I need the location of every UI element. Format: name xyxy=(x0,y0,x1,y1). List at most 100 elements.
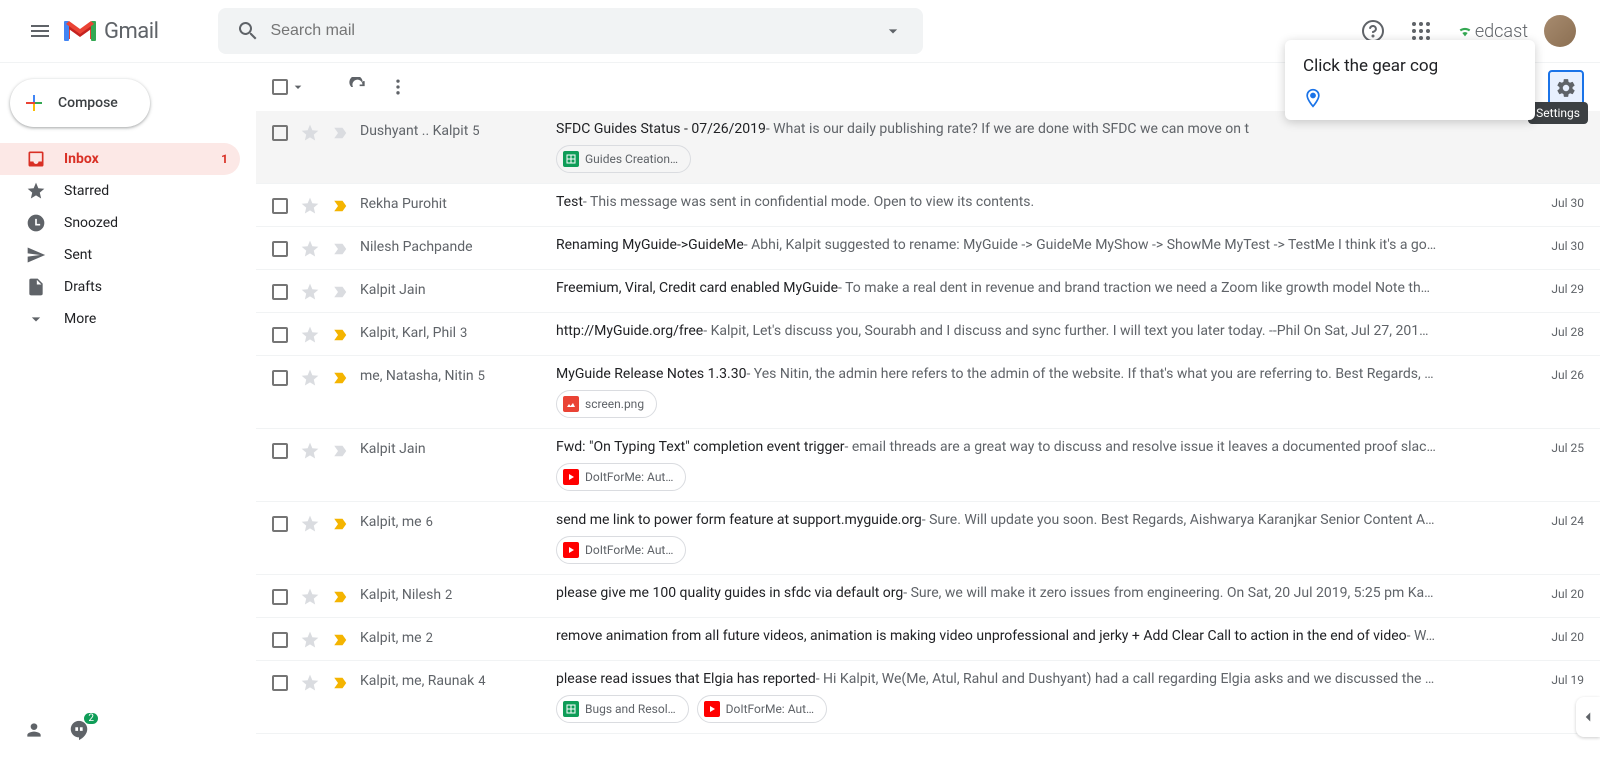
subject-line: Test - This message was sent in confiden… xyxy=(556,194,1524,210)
search-options-button[interactable] xyxy=(871,9,915,53)
nav-inbox[interactable]: Inbox 1 xyxy=(0,143,240,175)
row-checkbox[interactable] xyxy=(272,198,288,214)
email-row[interactable]: me, Natasha, Nitin5MyGuide Release Notes… xyxy=(256,356,1600,429)
nav-label: Inbox xyxy=(64,151,221,167)
compose-button[interactable]: Compose xyxy=(10,79,150,127)
attachment-chip[interactable]: Guides Creation… xyxy=(556,145,691,173)
subject-line: SFDC Guides Status - 07/26/2019 - What i… xyxy=(556,121,1524,137)
important-icon[interactable] xyxy=(332,240,350,258)
wifi-icon xyxy=(1457,23,1473,39)
important-icon[interactable] xyxy=(332,369,350,387)
person-icon[interactable] xyxy=(24,720,44,740)
search-input[interactable] xyxy=(270,22,871,40)
attachment-chip[interactable]: DoItForMe: Aut… xyxy=(556,463,686,491)
side-panel-toggle[interactable] xyxy=(1576,697,1600,737)
star-icon[interactable] xyxy=(300,123,320,143)
compose-label: Compose xyxy=(58,95,118,111)
email-row[interactable]: Dushyant .. Kalpit5SFDC Guides Status - … xyxy=(256,111,1600,184)
row-checkbox[interactable] xyxy=(272,516,288,532)
row-checkbox[interactable] xyxy=(272,589,288,605)
search-button[interactable] xyxy=(226,9,270,53)
email-row[interactable]: Kalpit, me, Raunak4please read issues th… xyxy=(256,661,1600,734)
clock-icon xyxy=(26,213,46,233)
email-row[interactable]: Kalpit, me6send me link to power form fe… xyxy=(256,502,1600,575)
youtube-icon xyxy=(563,469,579,485)
email-row[interactable]: Kalpit, me2remove animation from all fut… xyxy=(256,618,1600,661)
email-date: Jul 20 xyxy=(1551,630,1584,644)
content: Dushyant .. Kalpit5SFDC Guides Status - … xyxy=(256,63,1600,757)
row-checkbox[interactable] xyxy=(272,241,288,257)
main-menu-button[interactable] xyxy=(16,7,64,55)
star-icon[interactable] xyxy=(300,587,320,607)
subject-line: MyGuide Release Notes 1.3.30 - Yes Nitin… xyxy=(556,366,1524,382)
more-button[interactable] xyxy=(378,67,418,107)
nav-starred[interactable]: Starred xyxy=(0,175,240,207)
star-icon[interactable] xyxy=(300,630,320,650)
star-icon[interactable] xyxy=(300,673,320,693)
nav-label: Starred xyxy=(64,183,228,199)
important-icon[interactable] xyxy=(332,326,350,344)
nav-label: Sent xyxy=(64,247,228,263)
attachment-label: DoItForMe: Aut… xyxy=(726,702,814,716)
important-icon[interactable] xyxy=(332,283,350,301)
email-row[interactable]: Nilesh PachpandeRenaming MyGuide->GuideM… xyxy=(256,227,1600,270)
row-checkbox[interactable] xyxy=(272,632,288,648)
email-row[interactable]: Kalpit JainFwd: "On Typing Text" complet… xyxy=(256,429,1600,502)
hamburger-icon xyxy=(28,19,52,43)
important-icon[interactable] xyxy=(332,674,350,692)
row-checkbox[interactable] xyxy=(272,443,288,459)
email-date: Jul 25 xyxy=(1551,441,1584,455)
row-checkbox[interactable] xyxy=(272,675,288,691)
refresh-button[interactable] xyxy=(338,67,378,107)
email-row[interactable]: Rekha PurohitTest - This message was sen… xyxy=(256,184,1600,227)
important-icon[interactable] xyxy=(332,588,350,606)
row-checkbox[interactable] xyxy=(272,370,288,386)
star-icon[interactable] xyxy=(300,239,320,259)
row-checkbox[interactable] xyxy=(272,284,288,300)
email-list[interactable]: Dushyant .. Kalpit5SFDC Guides Status - … xyxy=(256,111,1600,757)
attachment-chip[interactable]: DoItForMe: Aut… xyxy=(556,536,686,564)
important-icon[interactable] xyxy=(332,515,350,533)
nav-drafts[interactable]: Drafts xyxy=(0,271,240,303)
star-icon[interactable] xyxy=(300,368,320,388)
email-row[interactable]: Kalpit, Nilesh2please give me 100 qualit… xyxy=(256,575,1600,618)
sheets-icon xyxy=(563,701,579,717)
email-row[interactable]: Kalpit, Karl, Phil3http://MyGuide.org/fr… xyxy=(256,313,1600,356)
star-icon[interactable] xyxy=(300,196,320,216)
sender: Kalpit, Nilesh2 xyxy=(360,585,556,603)
nav-more[interactable]: More xyxy=(0,303,240,335)
sender: Kalpit, Karl, Phil3 xyxy=(360,323,556,341)
plus-icon xyxy=(22,91,46,115)
more-vert-icon xyxy=(388,77,408,97)
youtube-icon xyxy=(704,701,720,717)
settings-button[interactable] xyxy=(1548,70,1584,106)
nav-sent[interactable]: Sent xyxy=(0,239,240,271)
sidebar: Compose Inbox 1 Starred Snoozed Sent xyxy=(0,63,256,757)
email-date: Jul 30 xyxy=(1551,196,1584,210)
subject-line: please read issues that Elgia has report… xyxy=(556,671,1524,687)
important-icon[interactable] xyxy=(332,631,350,649)
attachment-chip[interactable]: DoItForMe: Aut… xyxy=(697,695,827,723)
select-all[interactable] xyxy=(272,79,306,95)
star-icon[interactable] xyxy=(300,514,320,534)
email-row[interactable]: Kalpit JainFreemium, Viral, Credit card … xyxy=(256,270,1600,313)
star-icon[interactable] xyxy=(300,282,320,302)
row-checkbox[interactable] xyxy=(272,327,288,343)
sidebar-footer: 2 xyxy=(0,711,256,757)
caret-down-icon xyxy=(883,21,903,41)
row-checkbox[interactable] xyxy=(272,125,288,141)
important-icon[interactable] xyxy=(332,124,350,142)
logo[interactable]: Gmail xyxy=(64,19,158,44)
attachment-chip[interactable]: screen.png xyxy=(556,390,657,418)
attachment-label: DoItForMe: Aut… xyxy=(585,470,673,484)
inbox-icon xyxy=(26,149,46,169)
important-icon[interactable] xyxy=(332,197,350,215)
nav-snoozed[interactable]: Snoozed xyxy=(0,207,240,239)
star-icon[interactable] xyxy=(300,325,320,345)
important-icon[interactable] xyxy=(332,442,350,460)
attachment-chip[interactable]: Bugs and Resol… xyxy=(556,695,689,723)
account-avatar[interactable] xyxy=(1544,15,1576,47)
hangouts-button[interactable]: 2 xyxy=(68,719,90,741)
send-icon xyxy=(26,245,46,265)
star-icon[interactable] xyxy=(300,441,320,461)
